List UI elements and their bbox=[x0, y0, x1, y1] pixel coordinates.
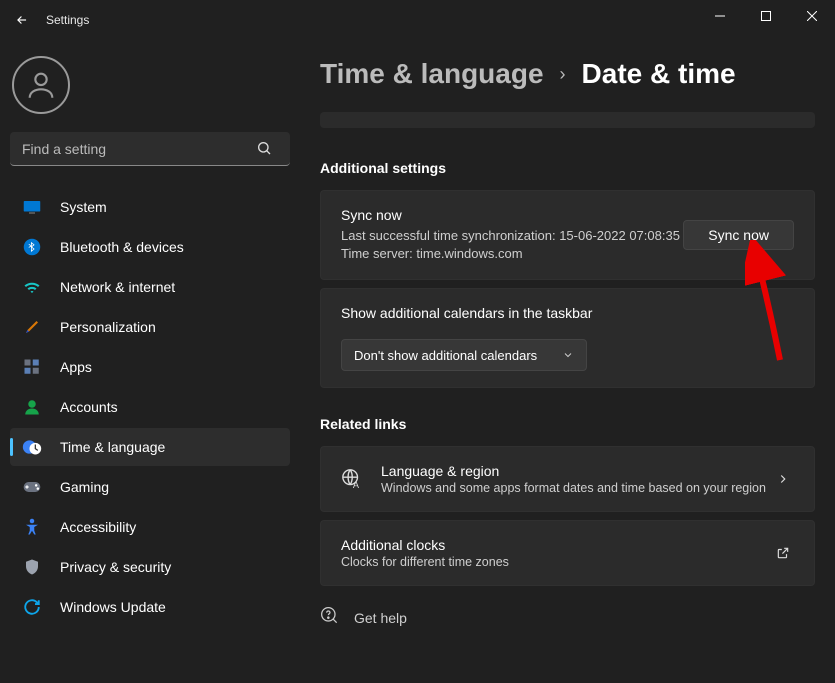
section-related-heading: Related links bbox=[320, 416, 815, 432]
nav-label: Time & language bbox=[60, 439, 165, 455]
sync-title: Sync now bbox=[341, 207, 683, 223]
link-sub: Clocks for different time zones bbox=[341, 555, 509, 569]
apps-icon bbox=[22, 357, 42, 377]
sidebar-item-time-language[interactable]: Time & language bbox=[10, 428, 290, 466]
link-title: Additional clocks bbox=[341, 537, 509, 553]
window-controls bbox=[697, 0, 835, 32]
chevron-right-icon: › bbox=[560, 64, 566, 85]
additional-calendars-card: Show additional calendars in the taskbar… bbox=[320, 288, 815, 388]
scrolled-card-bottom bbox=[320, 112, 815, 128]
link-title: Language & region bbox=[381, 463, 766, 479]
nav-label: System bbox=[60, 199, 107, 215]
breadcrumb-current: Date & time bbox=[582, 58, 736, 90]
accessibility-icon bbox=[22, 517, 42, 537]
paintbrush-icon bbox=[22, 317, 42, 337]
chevron-down-icon bbox=[562, 349, 574, 361]
update-icon bbox=[22, 597, 42, 617]
search-icon bbox=[256, 140, 272, 161]
breadcrumb: Time & language › Date & time bbox=[320, 58, 815, 90]
back-button[interactable] bbox=[8, 6, 36, 34]
language-region-link[interactable]: A Language & region Windows and some app… bbox=[320, 446, 815, 512]
breadcrumb-parent[interactable]: Time & language bbox=[320, 58, 544, 90]
nav-label: Accessibility bbox=[60, 519, 136, 535]
help-icon bbox=[320, 606, 340, 629]
sidebar-item-accessibility[interactable]: Accessibility bbox=[10, 508, 290, 546]
sync-last: Last successful time synchronization: 15… bbox=[341, 227, 683, 245]
help-label: Get help bbox=[354, 610, 407, 626]
minimize-button[interactable] bbox=[697, 0, 743, 32]
get-help-link[interactable]: Get help bbox=[320, 606, 815, 629]
sidebar-item-personalization[interactable]: Personalization bbox=[10, 308, 290, 346]
chevron-right-icon bbox=[772, 472, 794, 486]
nav-label: Privacy & security bbox=[60, 559, 171, 575]
search-box[interactable] bbox=[10, 132, 290, 166]
calendars-dropdown[interactable]: Don't show additional calendars bbox=[341, 339, 587, 371]
person-icon bbox=[22, 397, 42, 417]
sidebar-item-apps[interactable]: Apps bbox=[10, 348, 290, 386]
sidebar-item-accounts[interactable]: Accounts bbox=[10, 388, 290, 426]
open-external-icon bbox=[772, 546, 794, 560]
globe-text-icon: A bbox=[341, 468, 363, 490]
sidebar-item-gaming[interactable]: Gaming bbox=[10, 468, 290, 506]
nav-label: Gaming bbox=[60, 479, 109, 495]
sidebar-item-windows-update[interactable]: Windows Update bbox=[10, 588, 290, 626]
nav-label: Network & internet bbox=[60, 279, 175, 295]
calendars-title: Show additional calendars in the taskbar bbox=[341, 305, 794, 321]
nav-label: Bluetooth & devices bbox=[60, 239, 184, 255]
sync-server: Time server: time.windows.com bbox=[341, 245, 683, 263]
nav-label: Personalization bbox=[60, 319, 156, 335]
clock-globe-icon bbox=[22, 437, 42, 457]
nav-label: Windows Update bbox=[60, 599, 166, 615]
sync-now-button[interactable]: Sync now bbox=[683, 220, 794, 250]
additional-clocks-link[interactable]: Additional clocks Clocks for different t… bbox=[320, 520, 815, 586]
system-icon bbox=[22, 197, 42, 217]
shield-icon bbox=[22, 557, 42, 577]
window-title: Settings bbox=[46, 13, 89, 27]
dropdown-value: Don't show additional calendars bbox=[354, 348, 537, 363]
close-button[interactable] bbox=[789, 0, 835, 32]
bluetooth-icon bbox=[22, 237, 42, 257]
maximize-button[interactable] bbox=[743, 0, 789, 32]
section-additional-heading: Additional settings bbox=[320, 160, 815, 176]
sidebar-item-bluetooth[interactable]: Bluetooth & devices bbox=[10, 228, 290, 266]
gamepad-icon bbox=[22, 477, 42, 497]
content-area: Time & language › Date & time Additional… bbox=[300, 40, 835, 683]
sidebar-item-system[interactable]: System bbox=[10, 188, 290, 226]
nav-label: Accounts bbox=[60, 399, 118, 415]
search-input[interactable] bbox=[10, 132, 290, 166]
link-sub: Windows and some apps format dates and t… bbox=[381, 481, 766, 495]
sidebar-item-privacy[interactable]: Privacy & security bbox=[10, 548, 290, 586]
user-avatar[interactable] bbox=[12, 56, 70, 114]
svg-text:A: A bbox=[353, 481, 360, 491]
sidebar-item-network[interactable]: Network & internet bbox=[10, 268, 290, 306]
sync-now-card: Sync now Last successful time synchroniz… bbox=[320, 190, 815, 280]
nav-label: Apps bbox=[60, 359, 92, 375]
sidebar: System Bluetooth & devices Network & int… bbox=[0, 40, 300, 683]
wifi-icon bbox=[22, 277, 42, 297]
